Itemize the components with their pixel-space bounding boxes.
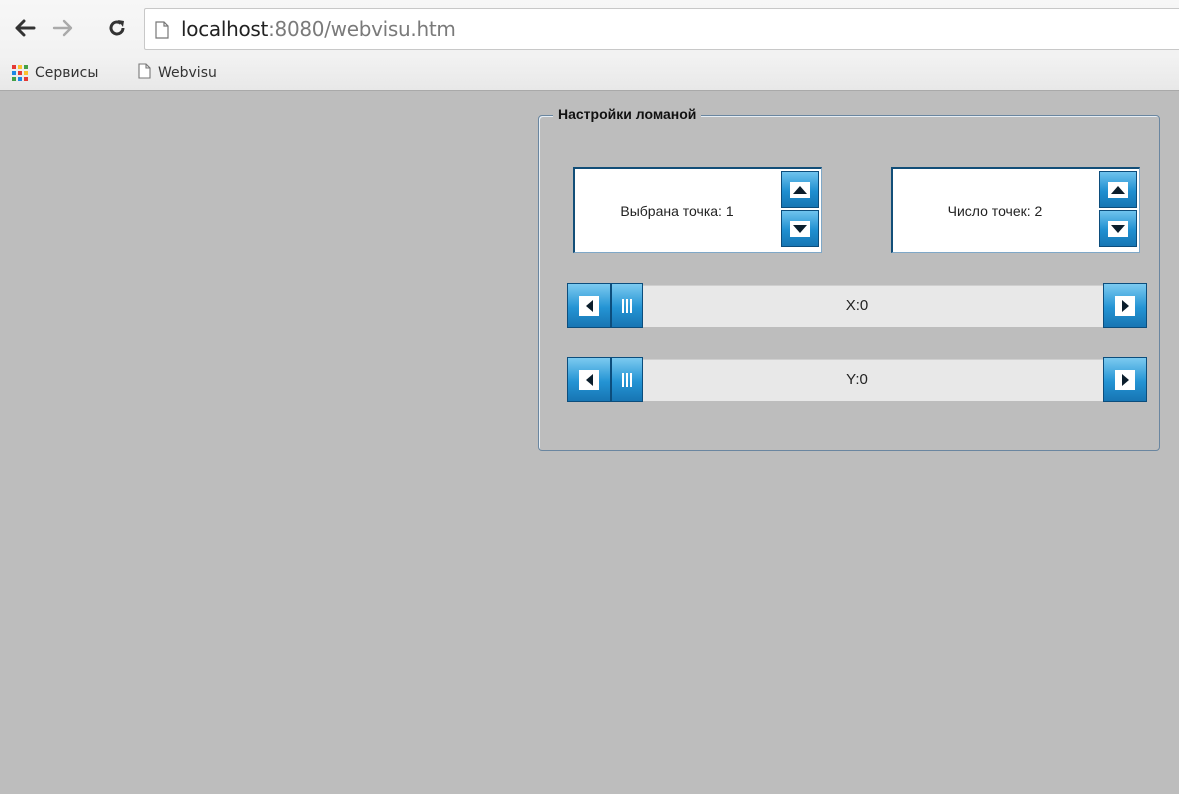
selected-point-up-button[interactable] — [781, 171, 819, 208]
x-value-label: X:0 — [845, 297, 869, 314]
page-icon — [138, 63, 151, 83]
selected-point-down-button[interactable] — [781, 210, 819, 247]
bookmark-webvisu[interactable]: Webvisu — [138, 62, 217, 84]
y-decrement-button[interactable] — [567, 357, 611, 402]
point-count-label: Число точек: 2 — [947, 202, 1043, 219]
x-decrement-button[interactable] — [567, 283, 611, 328]
arrow-left-icon — [579, 369, 599, 390]
arrow-down-icon — [1108, 220, 1128, 237]
x-increment-button[interactable] — [1103, 283, 1147, 328]
url-path: :8080/webvisu.htm — [268, 17, 456, 41]
y-scrollbar-thumb[interactable] — [611, 357, 643, 402]
back-arrow-icon[interactable] — [12, 14, 38, 42]
bookmarks-bar: Сервисы Webvisu — [0, 56, 1179, 91]
y-scrollbar[interactable]: Y:0 — [567, 357, 1147, 403]
arrow-right-icon — [1115, 369, 1135, 390]
group-legend: Настройки ломаной — [553, 106, 702, 122]
address-bar[interactable]: localhost:8080/webvisu.htm — [144, 8, 1179, 50]
selected-point-label: Выбрана точка: 1 — [620, 202, 734, 219]
polyline-settings-group: Настройки ломаной Выбрана точка: 1 Число… — [538, 106, 1160, 451]
url-host: localhost — [181, 17, 269, 41]
selected-point-spinner: Выбрана точка: 1 — [573, 167, 822, 253]
x-scrollbar[interactable]: X:0 — [567, 283, 1147, 329]
arrow-down-icon — [790, 220, 810, 237]
x-scrollbar-thumb[interactable] — [611, 283, 643, 328]
arrow-right-icon — [1115, 295, 1135, 316]
point-count-up-button[interactable] — [1099, 171, 1137, 208]
reload-icon[interactable] — [104, 14, 130, 42]
forward-arrow-icon[interactable] — [50, 14, 76, 42]
url-text[interactable]: localhost:8080/webvisu.htm — [181, 17, 456, 41]
y-increment-button[interactable] — [1103, 357, 1147, 402]
point-count-spinner: Число точек: 2 — [891, 167, 1140, 253]
apps-grid-icon — [12, 65, 28, 81]
page-icon — [155, 21, 169, 44]
point-count-down-button[interactable] — [1099, 210, 1137, 247]
browser-toolbar: localhost:8080/webvisu.htm — [0, 0, 1179, 56]
webvisu-page: Настройки ломаной Выбрана точка: 1 Число… — [8, 91, 1179, 794]
arrow-up-icon — [1108, 181, 1128, 198]
arrow-left-icon — [579, 295, 599, 316]
bookmark-label: Сервисы — [35, 65, 99, 81]
bookmark-services[interactable]: Сервисы — [12, 62, 98, 84]
arrow-up-icon — [790, 181, 810, 198]
y-value-label: Y:0 — [846, 371, 868, 388]
bookmark-label: Webvisu — [158, 65, 217, 81]
